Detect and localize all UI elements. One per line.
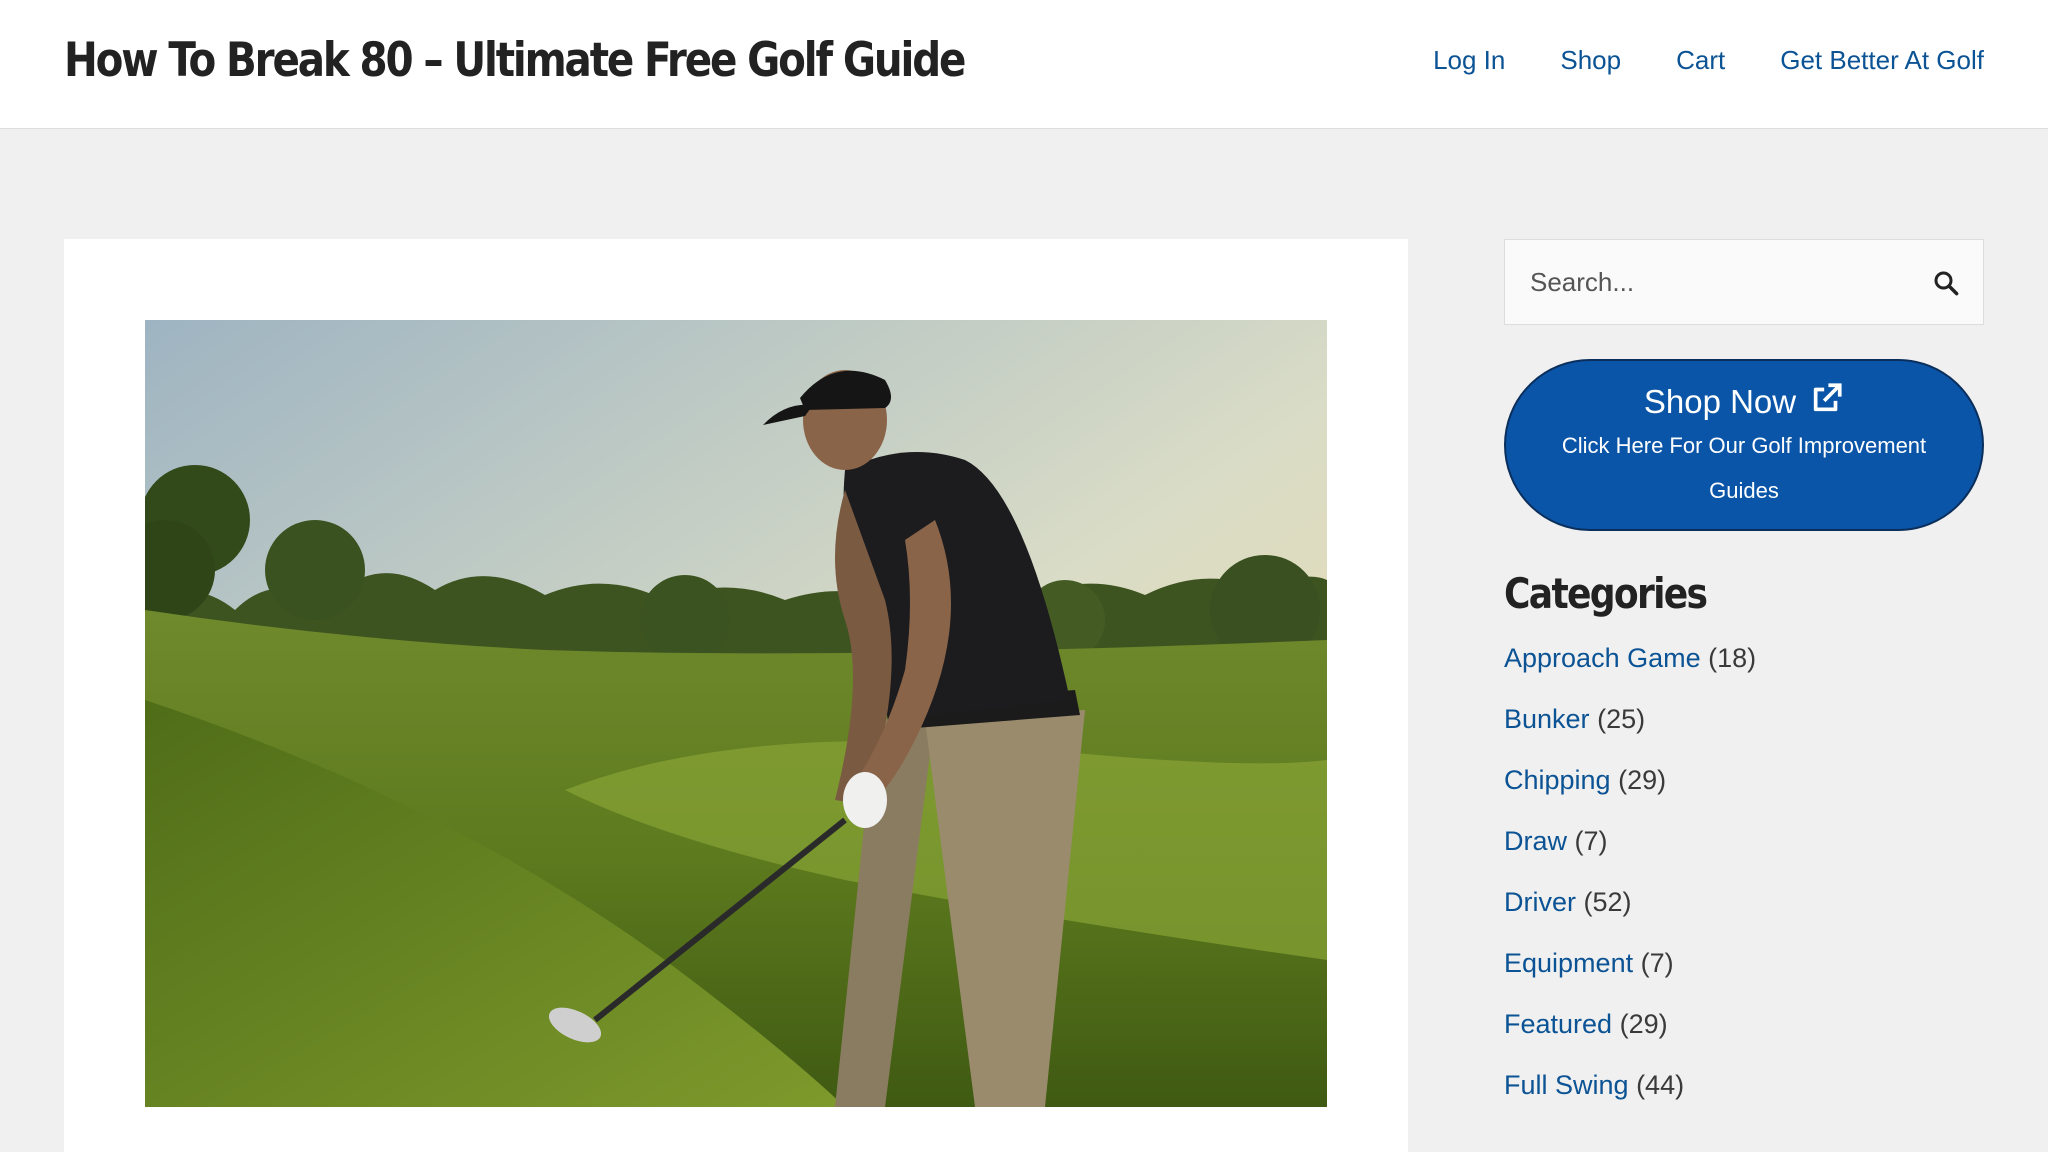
categories-list: Approach Game (18) Bunker (25) Chipping … (1504, 638, 1984, 1126)
category-link-bunker[interactable]: Bunker (1504, 704, 1590, 734)
category-count: (29) (1619, 1009, 1668, 1039)
nav-shop[interactable]: Shop (1560, 45, 1621, 76)
shop-now-subtitle: Click Here For Our Golf Improvement Guid… (1561, 433, 1927, 503)
shop-now-button[interactable]: Shop Now Click Here For Our Golf Improve… (1504, 359, 1984, 531)
category-count: (29) (1618, 765, 1667, 795)
site-title[interactable]: How To Break 80 – Ultimate Free Golf Gui… (64, 33, 966, 88)
main-nav: Log In Shop Cart Get Better At Golf (1378, 45, 1984, 76)
external-link-icon (1810, 381, 1844, 423)
sidebar: Shop Now Click Here For Our Golf Improve… (1504, 239, 1984, 1126)
category-item: Approach Game (18) (1504, 638, 1984, 699)
shop-now-label: Shop Now (1643, 383, 1797, 420)
category-count: (7) (1640, 948, 1674, 978)
nav-get-better-at-golf[interactable]: Get Better At Golf (1780, 45, 1984, 76)
category-link-featured[interactable]: Featured (1504, 1009, 1612, 1039)
category-item: Bunker (25) (1504, 699, 1984, 760)
category-count: (25) (1597, 704, 1646, 734)
nav-cart[interactable]: Cart (1676, 45, 1725, 76)
shop-now-title-row: Shop Now (1506, 381, 1982, 423)
category-count: (7) (1574, 826, 1608, 856)
category-count: (18) (1708, 643, 1757, 673)
article-card (64, 239, 1408, 1152)
nav-log-in[interactable]: Log In (1433, 45, 1505, 76)
category-item: Chipping (29) (1504, 760, 1984, 821)
categories-heading: Categories (1504, 569, 1708, 618)
category-link-full-swing[interactable]: Full Swing (1504, 1070, 1629, 1100)
category-link-approach-game[interactable]: Approach Game (1504, 643, 1701, 673)
category-link-driver[interactable]: Driver (1504, 887, 1576, 917)
category-item: Driver (52) (1504, 882, 1984, 943)
category-count: (52) (1583, 887, 1632, 917)
search-input[interactable] (1505, 240, 1925, 324)
site-header: How To Break 80 – Ultimate Free Golf Gui… (0, 0, 2048, 129)
category-link-draw[interactable]: Draw (1504, 826, 1567, 856)
category-item: Equipment (7) (1504, 943, 1984, 1004)
golfer-photo (145, 320, 1327, 1107)
category-link-equipment[interactable]: Equipment (1504, 948, 1633, 978)
category-item: Featured (29) (1504, 1004, 1984, 1065)
category-item: Draw (7) (1504, 821, 1984, 882)
category-item: Full Swing (44) (1504, 1065, 1984, 1126)
search-icon[interactable] (1931, 268, 1961, 298)
category-count: (44) (1636, 1070, 1685, 1100)
featured-image (145, 320, 1327, 1107)
category-link-chipping[interactable]: Chipping (1504, 765, 1611, 795)
search-form (1504, 239, 1984, 325)
